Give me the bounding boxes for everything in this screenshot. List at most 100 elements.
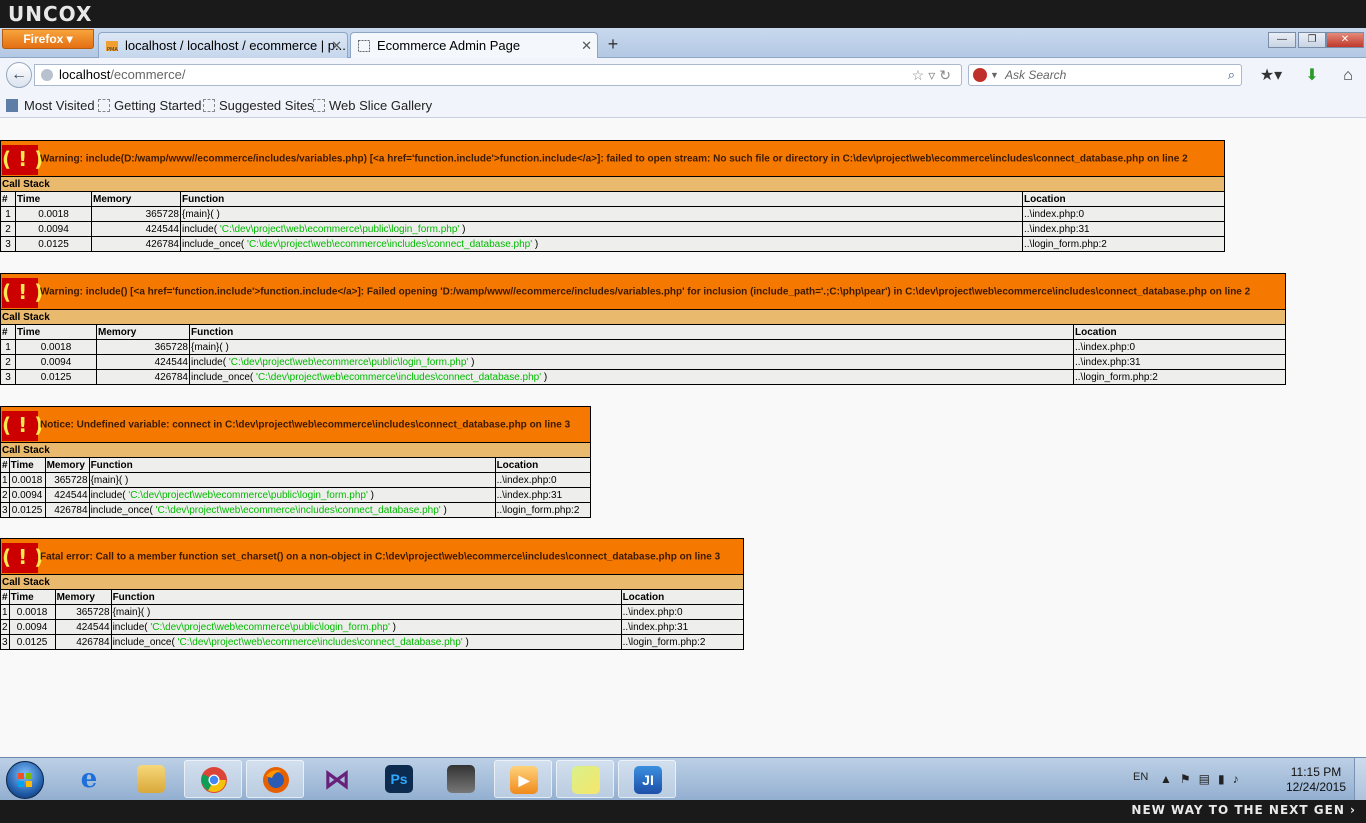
- call-stack-label: Call Stack: [0, 442, 591, 458]
- bookmarks-menu-icon[interactable]: ★▾: [1256, 68, 1286, 84]
- clock[interactable]: 11:15 PM 12/24/2015: [1280, 765, 1352, 795]
- table-row: 3 0.0125 426784 include_once( 'C:\dev\pr…: [0, 502, 592, 518]
- search-icon[interactable]: ⌕: [1228, 65, 1235, 85]
- column-header: #: [0, 324, 16, 340]
- visual-studio-icon: ⋈: [324, 764, 350, 794]
- error-icon: ( ! ): [2, 144, 43, 175]
- taskbar-media-player[interactable]: ▶: [494, 760, 552, 798]
- media-player-icon: ▶: [510, 766, 538, 794]
- taskbar-firefox[interactable]: [246, 760, 304, 798]
- tab-title: localhost / localhost / ecommerce | p...: [125, 38, 346, 53]
- table-row: 3 0.0125 426784 include_once( 'C:\dev\pr…: [0, 369, 1286, 385]
- taskbar-visual-studio[interactable]: ⋈: [308, 760, 366, 798]
- url-host: localhost: [59, 67, 111, 82]
- error-message: Fatal error: Call to a member function s…: [40, 551, 721, 562]
- column-header: Location: [620, 589, 745, 605]
- new-tab-button[interactable]: +: [598, 34, 628, 56]
- ask-engine-icon[interactable]: [973, 68, 987, 82]
- bookmark-star-icon[interactable]: ☆: [912, 67, 929, 83]
- network-icon[interactable]: ▮: [1218, 772, 1233, 786]
- reload-icon[interactable]: ↻: [939, 67, 955, 83]
- firefox-menu-button[interactable]: Firefox ▾: [2, 29, 94, 49]
- tab-phpmyadmin[interactable]: PMA localhost / localhost / ecommerce | …: [98, 32, 348, 58]
- dropdown-icon[interactable]: ▿: [928, 67, 939, 83]
- blank-page-icon: [358, 40, 370, 52]
- search-placeholder: Ask Search: [1005, 68, 1067, 82]
- taskbar-sticky-notes[interactable]: [556, 760, 614, 798]
- sticky-notes-icon: [572, 766, 600, 794]
- column-header: #: [0, 191, 16, 207]
- bookmark-getting-started[interactable]: Getting Started: [98, 98, 201, 113]
- column-header: #: [0, 589, 10, 605]
- bookmark-suggested-sites[interactable]: Suggested Sites: [203, 98, 314, 113]
- navigation-bar: ← localhost/ecommerce/ ☆▿↻ ▼ Ask Search …: [0, 58, 1366, 92]
- url-bar[interactable]: localhost/ecommerce/ ☆▿↻: [34, 64, 962, 86]
- taskbar-internet-explorer[interactable]: e: [60, 760, 118, 798]
- call-stack-label: Call Stack: [0, 574, 744, 590]
- slogan-text: NEW WAY TO THE NEXT GEN ›: [1131, 803, 1356, 817]
- pes-game-icon: [447, 765, 475, 793]
- error-icon: ( ! ): [2, 542, 43, 573]
- bookmark-most-visited[interactable]: Most Visited: [6, 98, 95, 113]
- restore-button[interactable]: ❐: [1298, 32, 1326, 48]
- column-header: Location: [1022, 191, 1225, 207]
- error-message: Notice: Undefined variable: connect in C…: [40, 419, 571, 430]
- page-icon: [203, 99, 215, 112]
- error-table: ( ! )Warning: include(D:/wamp/www//ecomm…: [0, 140, 1225, 252]
- close-tab-icon[interactable]: ✕: [331, 33, 342, 58]
- taskbar-photoshop[interactable]: Ps: [370, 760, 428, 798]
- device-icon[interactable]: ▤: [1199, 772, 1218, 786]
- windows-logo-icon: [18, 773, 32, 787]
- brand-bar: UNCOX: [0, 0, 1366, 28]
- error-table: ( ! )Warning: include() [<a href='functi…: [0, 273, 1286, 385]
- globe-icon: [41, 69, 53, 81]
- action-center-icon[interactable]: ⚑: [1180, 772, 1199, 786]
- column-header: Function: [88, 457, 496, 473]
- home-icon[interactable]: ⌂: [1338, 68, 1358, 84]
- table-row: 2 0.0094 424544 include( 'C:\dev\project…: [0, 487, 592, 503]
- close-window-button[interactable]: ✕: [1326, 32, 1364, 48]
- error-icon: ( ! ): [2, 410, 43, 441]
- call-stack-label: Call Stack: [0, 309, 1286, 325]
- tab-ecommerce-admin[interactable]: Ecommerce Admin Page ✕: [350, 32, 598, 58]
- show-hidden-icons-icon[interactable]: ▲: [1160, 772, 1180, 786]
- table-row: 3 0.0125 426784 include_once( 'C:\dev\pr…: [0, 236, 1225, 252]
- column-header: Memory: [44, 457, 90, 473]
- tab-bar: Firefox ▾ PMA localhost / localhost / ec…: [0, 28, 1366, 58]
- column-header: Memory: [54, 589, 112, 605]
- back-button[interactable]: ←: [6, 62, 32, 88]
- close-tab-icon[interactable]: ✕: [581, 33, 592, 58]
- table-row: 1 0.0018 365728 {main}( ) ..\index.php:0: [0, 604, 745, 620]
- error-message: Warning: include() [<a href='function.in…: [40, 286, 1251, 297]
- taskbar: e ⋈ Ps ▶ JI EN ▲⚑▤▮♪ 11:15 PM 12/24/2015: [0, 757, 1366, 801]
- error-table: ( ! )Notice: Undefined variable: connect…: [0, 406, 592, 518]
- column-header: Location: [494, 457, 592, 473]
- volume-icon[interactable]: ♪: [1233, 772, 1247, 786]
- bookmark-web-slice-gallery[interactable]: Web Slice Gallery: [313, 98, 432, 113]
- column-header: Function: [110, 589, 622, 605]
- language-indicator[interactable]: EN: [1133, 771, 1148, 783]
- firefox-icon: [263, 767, 289, 793]
- table-row: 1 0.0018 365728 {main}( ) ..\index.php:0: [0, 339, 1286, 355]
- table-row: 2 0.0094 424544 include( 'C:\dev\project…: [0, 354, 1286, 370]
- column-header: Time: [15, 324, 97, 340]
- column-header: Function: [180, 191, 1023, 207]
- table-row: 3 0.0125 426784 include_once( 'C:\dev\pr…: [0, 634, 745, 650]
- download-icon[interactable]: ⬇: [1302, 68, 1322, 84]
- show-desktop-button[interactable]: [1354, 758, 1366, 801]
- taskbar-pes-game[interactable]: [432, 760, 490, 798]
- start-button[interactable]: [6, 761, 44, 799]
- page-content: ( ! )Warning: include(D:/wamp/www//ecomm…: [0, 119, 1366, 757]
- taskbar-chrome[interactable]: [184, 760, 242, 798]
- error-table: ( ! )Fatal error: Call to a member funct…: [0, 538, 745, 650]
- column-header: Time: [8, 457, 46, 473]
- back-arrow-icon: ←: [11, 66, 27, 83]
- taskbar-jetbrains[interactable]: JI: [618, 760, 676, 798]
- search-input[interactable]: ▼ Ask Search ⌕: [968, 64, 1242, 86]
- clock-date: 12/24/2015: [1285, 780, 1347, 794]
- tab-title: Ecommerce Admin Page: [377, 38, 521, 53]
- minimize-button[interactable]: —: [1268, 32, 1296, 48]
- chevron-down-icon[interactable]: ▼: [990, 65, 999, 85]
- taskbar-file-explorer[interactable]: [122, 760, 180, 798]
- page-icon: [98, 99, 110, 112]
